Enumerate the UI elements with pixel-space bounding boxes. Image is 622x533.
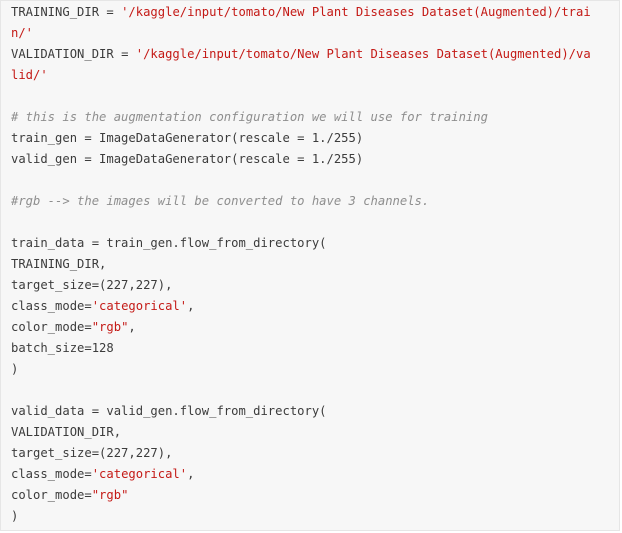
code-line-blank: ​ (11, 86, 619, 107)
code-token-plain: ) (11, 509, 19, 523)
code-token-str: '/kaggle/input/tomato/New Plant Diseases… (121, 5, 591, 19)
code-token-plain: train_data = train_gen.flow_from_directo… (11, 236, 327, 250)
code-token-plain: , (187, 299, 195, 313)
code-token-comment: # this is the augmentation configuration… (11, 110, 488, 124)
code-token-plain: ) (11, 362, 19, 376)
code-token-str: 'categorical' (91, 299, 188, 313)
code-line-blank: ​ (11, 380, 619, 401)
code-token-str: "rgb" (91, 488, 129, 502)
code-line: #rgb --> the images will be converted to… (11, 191, 619, 212)
code-line: ) (11, 359, 619, 380)
code-line: # this is the augmentation configuration… (11, 107, 619, 128)
code-token-plain: train_gen = ImageDataGenerator(rescale =… (11, 131, 364, 145)
code-token-plain: TRAINING_DIR (11, 5, 107, 19)
code-line: lid/' (11, 65, 619, 86)
code-token-plain: , (187, 467, 195, 481)
code-line: VALIDATION_DIR, (11, 422, 619, 443)
code-token-plain: color_mode= (11, 488, 92, 502)
code-token-plain: , (128, 320, 136, 334)
code-line-blank: ​ (11, 170, 619, 191)
code-token-plain: class_mode= (11, 467, 92, 481)
code-line: valid_data = valid_gen.flow_from_directo… (11, 401, 619, 422)
code-line: TRAINING_DIR, (11, 254, 619, 275)
code-token-plain: target_size=(227,227), (11, 278, 173, 292)
code-token-plain: valid_data = valid_gen.flow_from_directo… (11, 404, 327, 418)
code-token-plain: valid_gen = ImageDataGenerator(rescale =… (11, 152, 364, 166)
code-line: ) (11, 506, 619, 527)
code-line: batch_size=128 (11, 338, 619, 359)
code-token-plain: TRAINING_DIR, (11, 257, 107, 271)
code-token-plain: batch_size=128 (11, 341, 114, 355)
code-line: color_mode="rgb" (11, 485, 619, 506)
code-token-plain: VALIDATION_DIR (11, 47, 122, 61)
code-token-plain: class_mode= (11, 299, 92, 313)
code-token-comment: #rgb --> the images will be converted to… (11, 194, 430, 208)
code-line: target_size=(227,227), (11, 275, 619, 296)
code-line: color_mode="rgb", (11, 317, 619, 338)
code-line: TRAINING_DIR = '/kaggle/input/tomato/New… (11, 2, 619, 23)
code-token-str: lid/' (11, 68, 48, 82)
code-line: n/' (11, 23, 619, 44)
code-token-str: '/kaggle/input/tomato/New Plant Diseases… (135, 47, 591, 61)
code-line: valid_gen = ImageDataGenerator(rescale =… (11, 149, 619, 170)
code-line: train_gen = ImageDataGenerator(rescale =… (11, 128, 619, 149)
code-line: train_data = train_gen.flow_from_directo… (11, 233, 619, 254)
code-token-plain: VALIDATION_DIR, (11, 425, 122, 439)
code-token-plain: target_size=(227,227), (11, 446, 173, 460)
code-token-str: 'categorical' (91, 467, 188, 481)
code-block: TRAINING_DIR = '/kaggle/input/tomato/New… (0, 0, 620, 531)
code-line: class_mode='categorical', (11, 296, 619, 317)
code-line: class_mode='categorical', (11, 464, 619, 485)
code-token-str: n/' (11, 26, 34, 40)
code-line-blank: ​ (11, 212, 619, 233)
code-line: VALIDATION_DIR = '/kaggle/input/tomato/N… (11, 44, 619, 65)
code-token-plain: color_mode= (11, 320, 92, 334)
code-line: target_size=(227,227), (11, 443, 619, 464)
code-token-op: = (106, 5, 114, 19)
code-token-str: "rgb" (91, 320, 129, 334)
